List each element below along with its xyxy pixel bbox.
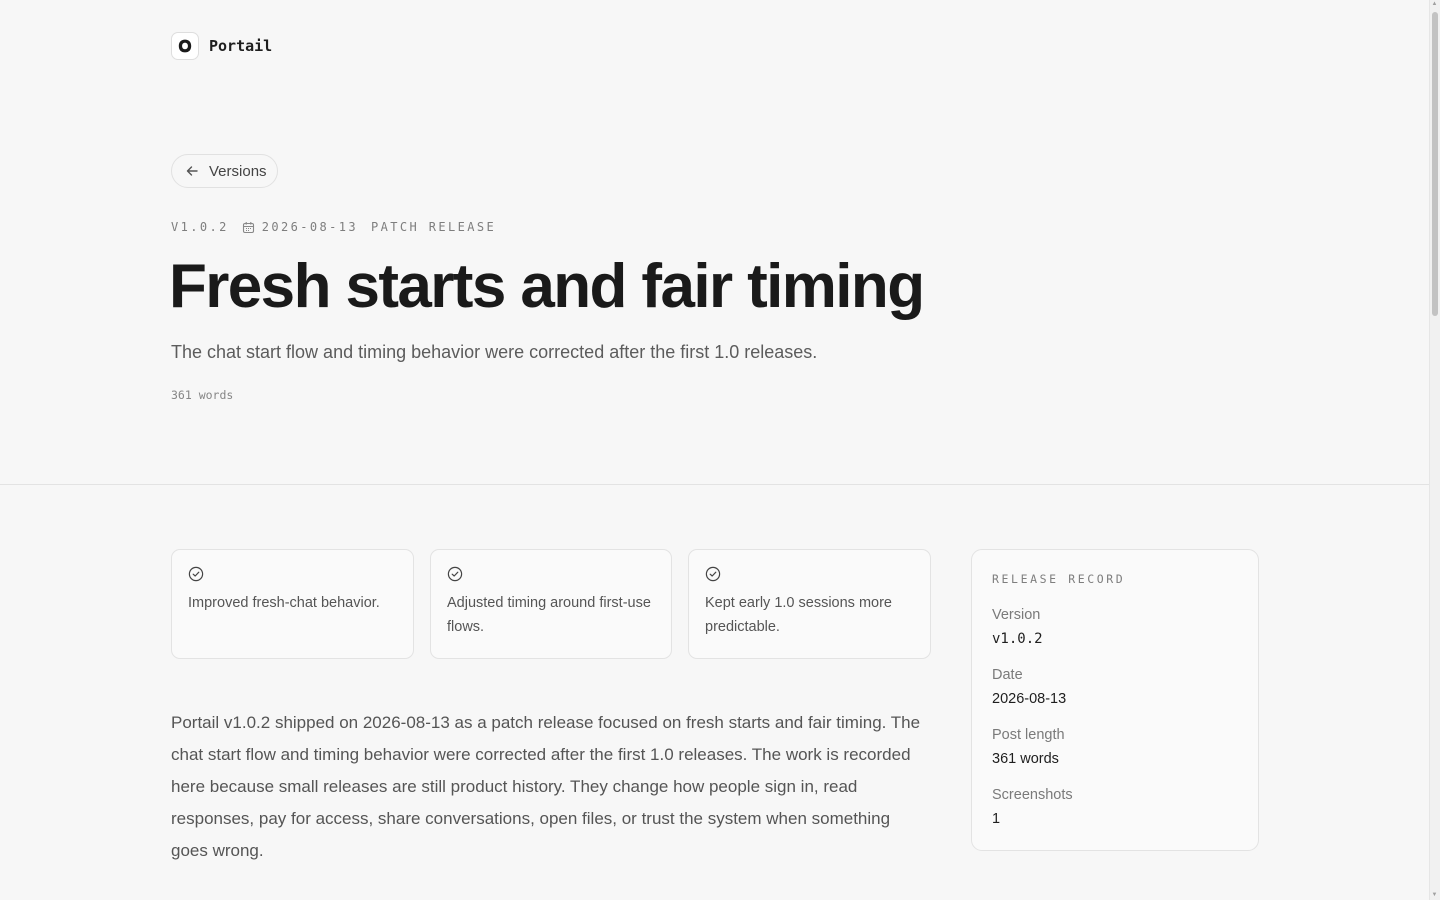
record-label: Date [992, 667, 1023, 683]
record-value: 2026-08-13 [992, 691, 1067, 707]
record-field-version: Version v1.0.2 [992, 606, 1238, 648]
highlight-text: Improved fresh-chat behavior. [188, 595, 380, 611]
highlight-card: Adjusted timing around first-use flows. [430, 549, 672, 659]
back-button-label: Versions [209, 162, 267, 180]
page-subtitle: The chat start flow and timing behavior … [171, 342, 818, 362]
meta-release-kind: PATCH RELEASE [371, 220, 497, 234]
scroll-down-icon[interactable]: ▼ [1431, 892, 1438, 899]
page: Portail Versions V1.0.2 2026-08-13 PATCH… [0, 0, 1440, 900]
meta-date: 2026-08-13 [242, 220, 358, 234]
word-count: 361 words [171, 388, 234, 402]
release-meta: V1.0.2 2026-08-13 PATCH RELEASE [171, 220, 496, 234]
highlight-text: Kept early 1.0 sessions more predictable… [705, 595, 892, 635]
record-value: 1 [992, 811, 1001, 827]
release-record-heading: RELEASE RECORD [992, 572, 1126, 586]
check-circle-icon [447, 566, 463, 582]
back-to-versions-button[interactable]: Versions [171, 154, 278, 188]
record-field-post-length: Post length 361 words [992, 726, 1238, 768]
record-field-date: Date 2026-08-13 [992, 666, 1238, 708]
calendar-icon [242, 221, 254, 233]
portail-logo-icon [171, 32, 199, 60]
record-value: 361 words [992, 751, 1059, 767]
record-value: v1.0.2 [992, 631, 1043, 647]
highlight-text: Adjusted timing around first-use flows. [447, 595, 651, 635]
brand-name: Portail [209, 37, 273, 55]
check-circle-icon [705, 566, 721, 582]
release-record-card: RELEASE RECORD Version v1.0.2 Date 2026-… [971, 549, 1259, 851]
record-label: Version [992, 607, 1041, 623]
scroll-up-icon[interactable]: ▲ [1431, 1, 1438, 8]
page-title: Fresh starts and fair timing [169, 252, 925, 321]
brand[interactable]: Portail [171, 32, 272, 60]
check-circle-icon [188, 566, 204, 582]
record-field-screenshots: Screenshots 1 [992, 786, 1238, 828]
highlight-card: Kept early 1.0 sessions more predictable… [688, 549, 931, 659]
scrollbar-thumb[interactable] [1432, 12, 1438, 316]
section-divider [0, 484, 1429, 485]
meta-date-text: 2026-08-13 [261, 220, 358, 234]
release-body-paragraph: Portail v1.0.2 shipped on 2026-08-13 as … [171, 713, 921, 860]
record-label: Post length [992, 727, 1065, 743]
vertical-scrollbar[interactable]: ▲ ▼ [1429, 0, 1440, 900]
highlight-card: Improved fresh-chat behavior. [171, 549, 414, 659]
record-label: Screenshots [992, 787, 1073, 803]
meta-version: V1.0.2 [171, 220, 229, 234]
arrow-left-icon [186, 166, 198, 176]
